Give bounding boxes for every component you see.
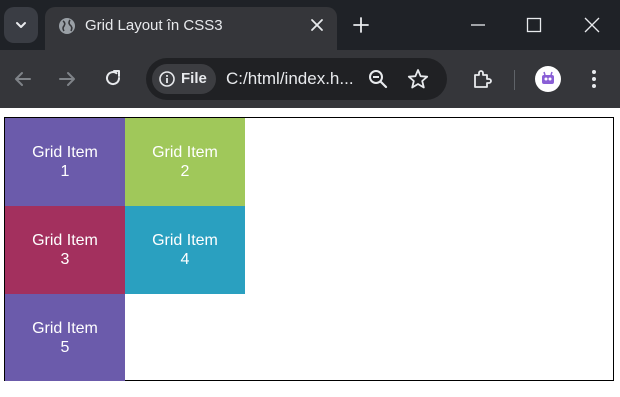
minimize-icon[interactable] [470,16,486,34]
reload-icon[interactable] [103,68,123,88]
forward-arrow-icon[interactable] [57,69,77,89]
grid-item-1: Grid Item 1 [5,118,125,206]
grid-item-4: Grid Item 4 [125,206,245,294]
grid-item-3: Grid Item 3 [5,206,125,294]
grid-item-number: 2 [180,163,190,180]
tab-title: Grid Layout în CSS3 [85,17,223,34]
close-icon[interactable] [309,17,325,33]
grid-item-label: Grid Item [152,144,218,161]
plus-icon[interactable] [352,16,370,34]
grid-item-number: 3 [60,251,70,268]
grid-item-label: Grid Item [32,232,98,249]
window-close-icon[interactable] [583,16,601,34]
grid-item-label: Grid Item [152,232,218,249]
avatar-icon [542,71,554,84]
zoom-out-icon[interactable] [368,69,388,89]
tab-strip: Grid Layout în CSS3 [0,0,620,50]
chip-label: File [181,70,207,87]
grid-item-number: 1 [60,163,70,180]
tab-search-button[interactable] [4,7,38,43]
toolbar-divider [514,70,515,90]
page-viewport: Grid Item 1 Grid Item 2 Grid Item 3 Grid It… [0,108,620,397]
maximize-icon[interactable] [526,16,542,34]
globe-icon [59,18,75,34]
grid-item-5: Grid Item 5 [5,294,125,381]
grid-item-label: Grid Item [32,144,98,161]
more-menu-icon[interactable] [584,68,604,90]
url-text[interactable]: C:/html/index.h... [226,69,366,89]
site-info-chip[interactable]: File [152,64,216,94]
address-bar[interactable]: File C:/html/index.h... [146,58,447,100]
grid-item-2: Grid Item 2 [125,118,245,206]
extensions-icon[interactable] [471,68,493,90]
chevron-down-icon [16,22,26,28]
toolbar: File C:/html/index.h... [0,50,620,108]
grid-item-label: Grid Item [32,319,98,337]
active-tab[interactable]: Grid Layout în CSS3 [45,7,337,50]
back-arrow-icon[interactable] [13,69,33,89]
grid-container: Grid Item 1 Grid Item 2 Grid Item 3 Grid It… [4,117,614,381]
grid-item-number: 5 [60,338,70,356]
profile-avatar[interactable] [535,66,561,92]
info-icon [159,71,175,87]
grid-item-number: 4 [180,251,190,268]
star-icon[interactable] [407,68,429,90]
